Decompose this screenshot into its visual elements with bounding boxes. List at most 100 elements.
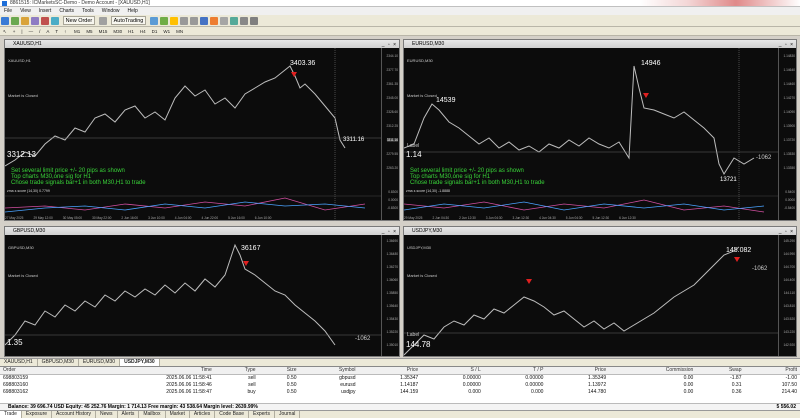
navigator-icon[interactable] xyxy=(31,17,39,25)
market-status: Market is Closed xyxy=(8,273,38,278)
market-watch-icon[interactable] xyxy=(21,17,29,25)
col-order[interactable]: Order xyxy=(0,367,81,375)
chart-window-xauusd[interactable]: XAUUSD,H1 _ ▫ × XAUUSD,H1 Market is Close… xyxy=(4,39,400,222)
new-chart-icon[interactable] xyxy=(1,17,9,25)
tf-mn[interactable]: MN xyxy=(173,27,186,36)
chart-plot-xauusd[interactable]: XAUUSD,H1 Market is Closed 3403.36 3311.… xyxy=(5,48,399,222)
menu-view[interactable]: View xyxy=(16,7,35,15)
col-commission[interactable]: Commission xyxy=(609,367,697,375)
last-price-label: 3311.16 xyxy=(343,137,365,143)
menu-window[interactable]: Window xyxy=(98,7,124,15)
col-sl[interactable]: S / L xyxy=(421,367,484,375)
text-icon[interactable]: A xyxy=(43,27,52,36)
tab-alerts[interactable]: Alerts xyxy=(118,411,140,418)
price-series-eurusd xyxy=(404,48,780,222)
tab-trade[interactable]: Trade xyxy=(0,411,22,418)
bar-chart-icon[interactable] xyxy=(150,17,159,25)
chart-shift-icon[interactable] xyxy=(220,17,229,25)
hline-icon[interactable]: — xyxy=(26,27,37,36)
window-title: 8861515: ICMarketsSC-Demo - Demo Account… xyxy=(10,0,150,6)
indicators-icon[interactable] xyxy=(230,17,239,25)
balance-row: Balance: 39 696.74 USD Equity: 45 252.76… xyxy=(0,403,800,410)
tab-experts[interactable]: Experts xyxy=(249,411,275,418)
strategy-tester-icon[interactable] xyxy=(51,17,59,25)
menu-charts[interactable]: Charts xyxy=(55,7,78,15)
col-current-price[interactable]: Price xyxy=(546,367,610,375)
chart-plot-eurusd[interactable]: EURUSD,M30 Market is Closed 14946 14539 … xyxy=(404,48,796,222)
time-axis: 29 May 2025 2 Jun 04:30 2 Jun 12:30 3 Jun 0… xyxy=(404,216,636,220)
chart-tab-eurusd[interactable]: EURUSD,M30 xyxy=(79,359,121,366)
col-tp[interactable]: T / P xyxy=(483,367,547,375)
chart-tab-gbpusd[interactable]: GBPUSD,M30 xyxy=(38,359,79,366)
zoom-out-icon[interactable] xyxy=(190,17,199,25)
cursor-icon[interactable]: ↖ xyxy=(0,27,10,36)
chart-tab-xauusd[interactable]: XAUUSD,H1 xyxy=(0,359,38,366)
tf-m15[interactable]: M15 xyxy=(96,27,111,36)
sell-arrow-icon xyxy=(734,257,740,262)
col-price[interactable]: Price xyxy=(358,367,422,375)
chart-title-eurusd: EURUSD,M30 _ ▫ × xyxy=(404,40,796,48)
autotrading-button[interactable]: AutoTrading xyxy=(110,16,147,25)
new-order-button[interactable]: New Order xyxy=(62,16,96,25)
chart-window-eurusd[interactable]: EURUSD,M30 _ ▫ × EURUSD,M30 Market is Clo… xyxy=(403,39,797,222)
col-time[interactable]: Time xyxy=(80,367,215,375)
col-type[interactable]: Type xyxy=(214,367,259,375)
chart-plot-usdjpy[interactable]: USDJPY,M30 Market is Closed 145.082 -106… xyxy=(404,235,796,356)
chart-window-gbpusd[interactable]: GBPUSD,M30 _ ▫ × GBPUSD,M30 Market is Clo… xyxy=(4,226,400,357)
label-icon[interactable]: T xyxy=(52,27,61,36)
tf-m5[interactable]: M5 xyxy=(83,27,95,36)
ask-label: -1062 xyxy=(756,155,772,161)
ask-label: -1062 xyxy=(355,336,371,342)
menu-insert[interactable]: Insert xyxy=(35,7,56,15)
menu-tools[interactable]: Tools xyxy=(78,7,98,15)
tab-exposure[interactable]: Exposure xyxy=(22,411,53,418)
periods-icon[interactable] xyxy=(240,17,249,25)
tab-code-base[interactable]: Code Base xyxy=(215,411,249,418)
chart-window-usdjpy[interactable]: USDJPY,M30 _ ▫ × USDJPY,M30 Market is Clo… xyxy=(403,226,797,357)
signal-arrow-icon xyxy=(526,279,532,284)
chart-tab-usdjpy[interactable]: USDJPY,M30 xyxy=(120,359,160,366)
table-row[interactable]: 698803160 2025.06.06 11:58:46 sell 0.50 euru… xyxy=(0,381,800,388)
menu-help[interactable]: Help xyxy=(124,7,142,15)
tf-h4[interactable]: H4 xyxy=(137,27,149,36)
table-row[interactable]: 698803159 2025.06.06 11:58:41 sell 0.50 gbpu… xyxy=(0,374,800,381)
crosshair-icon[interactable]: + xyxy=(10,27,19,36)
vline-icon[interactable]: | xyxy=(18,27,25,36)
col-size[interactable]: Size xyxy=(258,367,300,375)
tf-h1[interactable]: H1 xyxy=(125,27,137,36)
sell-arrow-icon xyxy=(291,72,297,77)
menu-file[interactable]: File xyxy=(0,7,16,15)
table-header: Order Time Type Size Symbol Price S / L … xyxy=(0,367,800,375)
trendline-icon[interactable]: / xyxy=(36,27,43,36)
templates-icon[interactable] xyxy=(250,17,259,25)
tf-w1[interactable]: W1 xyxy=(160,27,173,36)
tab-journal[interactable]: Journal xyxy=(275,411,301,418)
tf-m30[interactable]: M30 xyxy=(110,27,125,36)
tab-account-history[interactable]: Account History xyxy=(52,411,97,418)
tab-market[interactable]: Market xyxy=(166,411,190,418)
arrows-icon[interactable]: ↑ xyxy=(61,27,69,36)
sell-arrow-icon xyxy=(243,261,249,266)
col-symbol[interactable]: Symbol xyxy=(299,367,359,375)
col-profit[interactable]: Profit xyxy=(744,367,800,375)
meta-editor-icon[interactable] xyxy=(98,17,107,25)
col-swap[interactable]: Swap xyxy=(696,367,745,375)
candlestick-icon[interactable] xyxy=(160,17,169,25)
terminal-icon[interactable] xyxy=(41,17,49,25)
tab-articles[interactable]: Articles xyxy=(190,411,216,418)
autoscroll-icon[interactable] xyxy=(210,17,219,25)
tab-mailbox[interactable]: Mailbox xyxy=(139,411,166,418)
sell-arrow-icon xyxy=(643,93,649,98)
zoom-in-icon[interactable] xyxy=(180,17,189,25)
orders-table: Order Time Type Size Symbol Price S / L … xyxy=(0,367,800,395)
table-row[interactable]: 698803162 2025.06.06 11:58:47 buy 0.50 usdjp… xyxy=(0,388,800,395)
tf-m1[interactable]: M1 xyxy=(71,27,83,36)
tf-d1[interactable]: D1 xyxy=(149,27,161,36)
tile-windows-icon[interactable] xyxy=(200,17,209,25)
profiles-icon[interactable] xyxy=(11,17,19,25)
chart-plot-gbpusd[interactable]: GBPUSD,M30 Market is Closed 36167 -1062 … xyxy=(5,235,399,356)
line-chart-icon[interactable] xyxy=(170,17,179,25)
note-line3: Chose trade signals bar+1 in both M30,H1… xyxy=(410,180,545,186)
tab-news[interactable]: News xyxy=(96,411,118,418)
price-axis: 1.14830 1.14640 1.14460 1.14270 1.14090 1.139… xyxy=(778,48,796,220)
